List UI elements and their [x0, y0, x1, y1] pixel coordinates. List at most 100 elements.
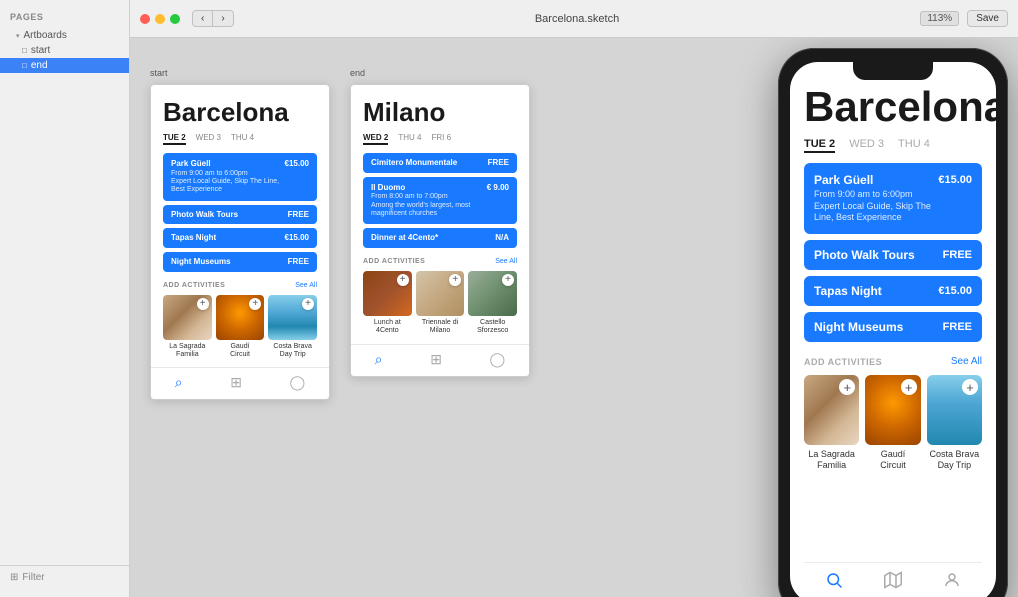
profile-nav-icon-m[interactable]: ◯	[490, 351, 506, 368]
iphone-thumb-plus-sagrada[interactable]: +	[839, 379, 855, 395]
profile-nav-icon[interactable]: ◯	[290, 374, 306, 391]
activity-price: N/A	[495, 233, 509, 242]
map-nav-icon[interactable]: ⊞	[230, 374, 242, 391]
thumb-card-costa[interactable]: + Costa BravaDay Trip	[268, 295, 317, 360]
thumb-label-lunch: Lunch at4Cento	[363, 319, 412, 336]
artboard-label-milano: end	[350, 68, 365, 78]
activity-sub: From 8:00 am to 7:00pmAmong the world's …	[371, 193, 483, 218]
iphone-activity-price: FREE	[943, 249, 972, 261]
thumb-plus-gaudi[interactable]: +	[249, 298, 261, 310]
phone-frame-milano: Milano WED 2 THU 4 FRI 6 Cimitero Monume…	[350, 84, 530, 377]
thumb-img-gaudi: +	[216, 295, 265, 340]
thumb-img-triennale: +	[416, 271, 465, 316]
sidebar: PAGES ▾ Artboards □ start □ end ⊞ Filter	[0, 0, 130, 597]
activity-row-cimitero[interactable]: Cimitero Monumentale FREE	[363, 153, 517, 173]
iphone-activity-name: Night Museums	[814, 320, 903, 334]
activity-price: FREE	[488, 158, 509, 167]
iphone-profile-icon[interactable]	[943, 571, 961, 594]
activity-row-museums[interactable]: Night Museums FREE	[163, 252, 317, 272]
see-all-link[interactable]: See All	[295, 282, 317, 289]
thumb-plus-sagrada[interactable]: +	[197, 298, 209, 310]
milano-thumbnail-row: + Lunch at4Cento + Triennale diMilano	[363, 271, 517, 336]
activity-price: €15.00	[285, 159, 309, 168]
iphone-map-icon[interactable]	[884, 571, 902, 594]
close-button[interactable]	[140, 14, 150, 24]
iphone-thumb-costa[interactable]: + Costa BravaDay Trip	[927, 375, 982, 471]
iphone-day-wed[interactable]: WED 3	[849, 138, 884, 153]
activity-row-dinner[interactable]: Dinner at 4Cento* N/A	[363, 228, 517, 248]
filter-label: Filter	[22, 572, 44, 583]
iphone-thumb-gaudi[interactable]: + GaudíCircuit	[865, 375, 920, 471]
iphone-screen: Barcelona TUE 2 WED 3 THU 4 Park Güell F…	[790, 62, 996, 597]
minimize-button[interactable]	[155, 14, 165, 24]
activity-sub: From 9:00 am to 6:00pmExpert Local Guide…	[171, 170, 281, 195]
page-icon: □	[22, 46, 27, 55]
sidebar-group-artboards[interactable]: ▾ Artboards	[0, 28, 129, 43]
iphone-activity-museums[interactable]: Night Museums FREE	[804, 312, 982, 342]
zoom-level[interactable]: 113%	[920, 11, 959, 26]
milano-day-fri[interactable]: FRI 6	[431, 133, 451, 145]
activity-price: € 9.00	[487, 183, 509, 192]
barcelona-day-tue[interactable]: TUE 2	[163, 133, 186, 145]
thumb-plus-lunch[interactable]: +	[397, 274, 409, 286]
canvas-area: start Barcelona TUE 2 WED 3 THU 4 Park G…	[130, 38, 1018, 597]
thumb-label-gaudi: GaudíCircuit	[216, 343, 265, 360]
iphone-notch	[853, 62, 933, 80]
iphone-day-tue[interactable]: TUE 2	[804, 138, 835, 153]
forward-button[interactable]: ›	[213, 11, 232, 26]
thumb-card-sagrada[interactable]: + La SagradaFamilia	[163, 295, 212, 360]
barcelona-day-tabs: TUE 2 WED 3 THU 4	[163, 133, 317, 145]
iphone-see-all[interactable]: See All	[951, 356, 982, 367]
activity-name: Cimitero Monumentale	[371, 158, 457, 168]
thumb-label-castello: CastelloSforzesco	[468, 319, 517, 336]
search-nav-icon[interactable]: ⌕	[175, 374, 183, 391]
iphone-day-thu[interactable]: THU 4	[898, 138, 930, 153]
iphone-thumb-label-sagrada: La SagradaFamilia	[804, 449, 859, 471]
iphone-activity-name: Photo Walk Tours	[814, 248, 915, 262]
thumb-plus-castello[interactable]: +	[502, 274, 514, 286]
thumb-card-castello[interactable]: + CastelloSforzesco	[468, 271, 517, 336]
iphone-add-label: ADD ACTIVITIES	[804, 357, 882, 367]
save-button[interactable]: Save	[968, 11, 1007, 26]
filter-icon: ⊞	[10, 572, 18, 583]
iphone-thumb-sagrada[interactable]: + La SagradaFamilia	[804, 375, 859, 471]
iphone-thumb-plus-gaudi[interactable]: +	[901, 379, 917, 395]
thumb-plus-costa[interactable]: +	[302, 298, 314, 310]
milano-activity-list: Cimitero Monumentale FREE Il Duomo From …	[363, 153, 517, 248]
barcelona-thumbnail-row: + La SagradaFamilia + GaudíCircuit	[163, 295, 317, 360]
sidebar-filter[interactable]: ⊞ Filter	[0, 565, 129, 589]
group-label: Artboards	[24, 30, 67, 41]
barcelona-day-thu[interactable]: THU 4	[231, 133, 254, 145]
milano-day-thu[interactable]: THU 4	[398, 133, 421, 145]
iphone-thumb-label-gaudi: GaudíCircuit	[865, 449, 920, 471]
see-all-link-m[interactable]: See All	[495, 258, 517, 265]
map-nav-icon-m[interactable]: ⊞	[430, 351, 442, 368]
thumb-card-lunch[interactable]: + Lunch at4Cento	[363, 271, 412, 336]
sidebar-item-end[interactable]: □ end	[0, 58, 129, 73]
activity-row-parkguell[interactable]: Park Güell From 9:00 am to 6:00pmExpert …	[163, 153, 317, 201]
iphone-thumb-plus-costa[interactable]: +	[962, 379, 978, 395]
thumb-plus-triennale[interactable]: +	[449, 274, 461, 286]
activity-row-tapas[interactable]: Tapas Night €15.00	[163, 228, 317, 248]
iphone-activity-parkguell[interactable]: Park Güell From 9:00 am to 6:00pmExpert …	[804, 163, 982, 234]
iphone-search-icon[interactable]	[825, 571, 843, 594]
activity-row-photowalk[interactable]: Photo Walk Tours FREE	[163, 205, 317, 225]
back-button[interactable]: ‹	[193, 11, 213, 26]
iphone-activity-photowalk[interactable]: Photo Walk Tours FREE	[804, 240, 982, 270]
iphone-activity-tapas[interactable]: Tapas Night €15.00	[804, 276, 982, 306]
milano-app-content: Milano WED 2 THU 4 FRI 6 Cimitero Monume…	[351, 85, 529, 336]
activity-row-duomo[interactable]: Il Duomo From 8:00 am to 7:00pmAmong the…	[363, 177, 517, 225]
sidebar-item-start[interactable]: □ start	[0, 43, 129, 58]
barcelona-day-wed[interactable]: WED 3	[196, 133, 221, 145]
milano-day-wed[interactable]: WED 2	[363, 133, 388, 145]
iphone-city-title: Barcelona	[804, 86, 982, 128]
iphone-day-tabs: TUE 2 WED 3 THU 4	[804, 138, 982, 153]
save-button-group: Save	[967, 10, 1008, 27]
search-nav-icon-m[interactable]: ⌕	[375, 351, 383, 368]
mac-toolbar: ‹ › Barcelona.sketch 113% Save	[130, 0, 1018, 38]
thumb-card-gaudi[interactable]: + GaudíCircuit	[216, 295, 265, 360]
thumb-card-triennale[interactable]: + Triennale diMilano	[416, 271, 465, 336]
iphone-screen-inner: Barcelona TUE 2 WED 3 THU 4 Park Güell F…	[790, 62, 996, 597]
fullscreen-button[interactable]	[170, 14, 180, 24]
main-area: ‹ › Barcelona.sketch 113% Save start Bar…	[130, 0, 1018, 597]
